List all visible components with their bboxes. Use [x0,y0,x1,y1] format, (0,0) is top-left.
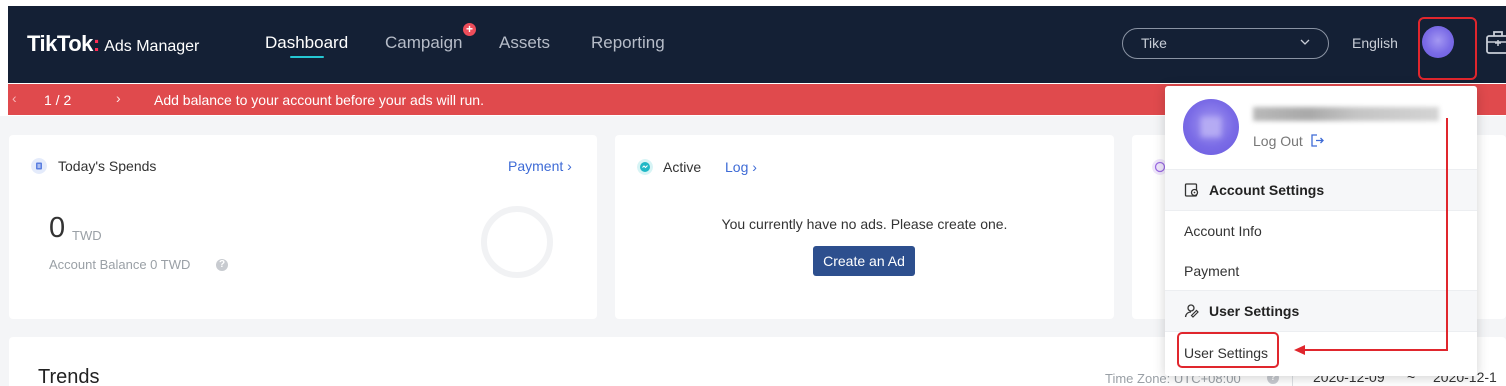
blurred-user-name [1253,107,1439,121]
logout-icon[interactable] [1310,133,1325,148]
ads-manager-page: TikTok : Ads Manager Dashboard Campaign … [0,0,1506,386]
account-selector[interactable]: Tike [1122,28,1329,59]
logout-link[interactable]: Log Out [1253,133,1303,149]
no-ads-message: You currently have no ads. Please create… [721,216,1008,232]
banner-pager: 1 / 2 [44,92,72,108]
user-settings-section: User Settings [1165,291,1477,331]
active-title: Active [663,159,702,175]
logo-subtitle: Ads Manager [104,38,200,55]
payment-link[interactable]: Payment › [508,158,572,174]
account-settings-section: Account Settings [1165,170,1477,210]
top-navigation-bar: TikTok : Ads Manager Dashboard Campaign … [8,6,1506,83]
logo-separator: : [92,31,101,56]
active-tab-indicator [290,56,324,58]
nav-assets[interactable]: Assets [499,33,550,53]
spend-amount: 0 [49,212,66,244]
logo-brand: TikTok [27,31,93,56]
active-ads-card: Active Log › You currently have no ads. … [615,135,1114,319]
avatar-annotation-highlight [1418,17,1477,80]
chevron-down-icon [1300,39,1310,45]
banner-prev-icon[interactable]: ‹ [12,90,17,106]
nav-reporting[interactable]: Reporting [591,33,665,53]
create-ad-button[interactable]: Create an Ad [813,246,915,276]
user-settings-annotation-highlight [1177,332,1279,368]
banner-next-icon[interactable]: › [116,90,121,106]
banner-message: Add balance to your account before your … [154,92,484,108]
language-selector[interactable]: English [1352,35,1398,51]
account-balance: Account Balance 0 TWD [49,257,191,272]
spends-title: Today's Spends [58,158,157,174]
user-settings-icon [1184,304,1199,318]
menu-item-account-info[interactable]: Account Info [1184,223,1262,239]
active-status-icon [637,159,653,175]
account-settings-icon [1184,183,1199,197]
divider [1165,210,1477,211]
spend-ring-chart [481,206,553,278]
log-link[interactable]: Log › [725,159,757,175]
todays-spends-card: Today's Spends Payment › 0 TWD Account B… [9,135,597,319]
campaign-plus-badge-icon: + [463,23,476,36]
payment-link-label: Payment [508,158,564,174]
nav-dashboard[interactable]: Dashboard [265,33,348,53]
nav-campaign[interactable]: Campaign [385,33,463,53]
help-icon[interactable]: ? [216,259,228,271]
trends-title: Trends [38,366,100,386]
log-link-label: Log [725,159,749,175]
account-selector-value: Tike [1141,35,1167,51]
dropdown-avatar [1183,99,1239,155]
spends-icon [31,158,47,174]
menu-item-payment[interactable]: Payment [1184,263,1239,279]
briefcase-icon[interactable] [1485,28,1506,56]
tiktok-ads-manager-logo[interactable]: TikTok : Ads Manager [27,31,199,57]
spend-currency: TWD [72,228,102,243]
user-settings-header: User Settings [1209,303,1300,319]
account-settings-header: Account Settings [1209,182,1325,198]
